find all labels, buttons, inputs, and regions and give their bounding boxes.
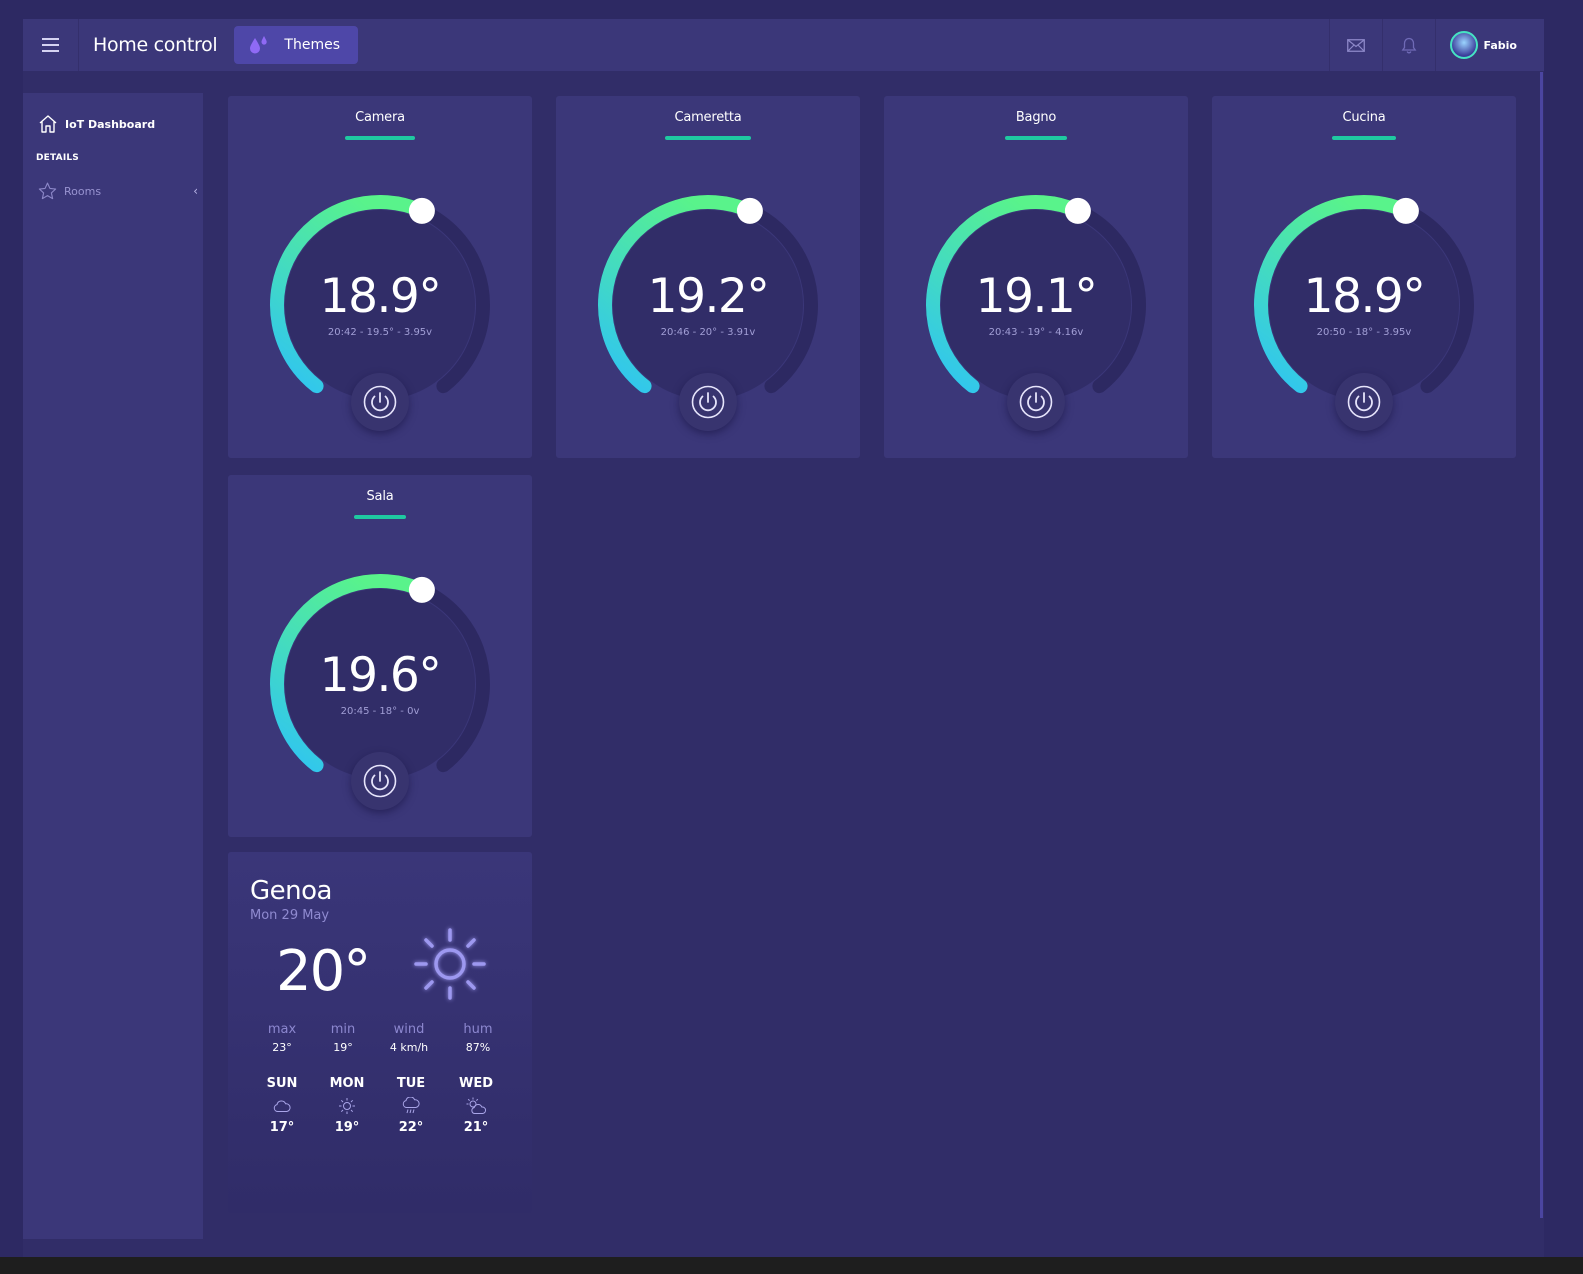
- power-button[interactable]: [1007, 373, 1065, 431]
- droplets-icon: [250, 36, 268, 54]
- gauge-handle[interactable]: [408, 576, 435, 603]
- weather-stat-value: 87%: [465, 1041, 491, 1054]
- room-reading-info: 20:46 - 20° - 3.91v: [660, 327, 756, 338]
- header-actions: Fabio: [1328, 19, 1545, 71]
- partly-cloudy-icon: [466, 1097, 487, 1114]
- forecast-day: TUE 22°: [376, 1076, 446, 1135]
- forecast-temp: 19°: [334, 1120, 360, 1135]
- room-card: Cucina 18.9° 20:50 - 18° - 3.95v: [1212, 96, 1516, 458]
- themes-button[interactable]: Themes: [234, 26, 359, 64]
- power-button[interactable]: [679, 373, 737, 431]
- room-card: Bagno 19.1° 20:43 - 19° - 4.16v: [884, 96, 1188, 458]
- weather-stat-wind: wind 4 km/h: [369, 1022, 449, 1054]
- weather-stat-label: wind: [393, 1022, 425, 1037]
- weather-temperature: 20°: [276, 939, 371, 1004]
- weather-stat-label: hum: [463, 1022, 493, 1037]
- sun-icon: [414, 928, 486, 1000]
- forecast-day-name: TUE: [396, 1076, 426, 1091]
- sidebar: IoT Dashboard DETAILS Rooms ‹: [23, 93, 203, 1239]
- weather-stat-hum: hum 87%: [438, 1022, 518, 1054]
- sidebar-item-iot-dashboard[interactable]: IoT Dashboard: [38, 114, 155, 134]
- mail-icon: [1346, 38, 1365, 52]
- bottom-bar: [0, 1257, 1583, 1274]
- themes-label: Themes: [284, 37, 341, 53]
- power-icon: [363, 764, 397, 798]
- weather-card: Genoa Mon 29 May 20° max 23° min 19° win…: [228, 852, 532, 1213]
- mail-button[interactable]: [1328, 19, 1382, 71]
- sidebar-item-rooms[interactable]: Rooms ‹: [38, 182, 198, 200]
- room-reading-info: 20:43 - 19° - 4.16v: [988, 327, 1084, 338]
- power-button[interactable]: [1335, 373, 1393, 431]
- room-card: Sala 19.6° 20:45 - 18° - 0v: [228, 475, 532, 837]
- weather-stat-value: 4 km/h: [389, 1041, 429, 1054]
- sidebar-item-label: Rooms: [64, 184, 102, 198]
- rain-icon: [402, 1097, 420, 1114]
- power-button[interactable]: [351, 752, 409, 810]
- app-title: Home control: [93, 34, 218, 56]
- chevron-left-icon: ‹: [193, 184, 198, 198]
- room-card: Camera 18.9° 20:42 - 19.5° - 3.95v: [228, 96, 532, 458]
- forecast-day: SUN 17°: [247, 1076, 317, 1135]
- top-header: Home control Themes Fabio: [23, 19, 1544, 71]
- weather-city: Genoa: [250, 876, 332, 906]
- forecast-day: MON 19°: [312, 1076, 382, 1135]
- power-icon: [1347, 385, 1381, 419]
- forecast-temp: 21°: [463, 1120, 489, 1135]
- sidebar-section-title: DETAILS: [36, 153, 79, 163]
- menu-icon: [42, 36, 59, 54]
- power-icon: [1019, 385, 1053, 419]
- star-icon: [38, 182, 57, 200]
- forecast-day: WED 21°: [441, 1076, 511, 1135]
- sidebar-item-label: IoT Dashboard: [65, 117, 156, 131]
- power-button[interactable]: [351, 373, 409, 431]
- notifications-button[interactable]: [1381, 19, 1435, 71]
- bell-icon: [1401, 37, 1416, 53]
- room-temperature: 19.2°: [647, 269, 770, 324]
- home-icon: [39, 115, 57, 133]
- gauge-handle[interactable]: [736, 197, 763, 224]
- room-card: Cameretta 19.2° 20:46 - 20° - 3.91v: [556, 96, 860, 458]
- sun-icon: [339, 1098, 355, 1114]
- forecast-temp: 22°: [398, 1120, 424, 1135]
- room-temperature: 18.9°: [319, 269, 442, 324]
- forecast-temp: 17°: [269, 1120, 295, 1135]
- menu-button[interactable]: [23, 19, 79, 71]
- avatar: [1449, 31, 1478, 59]
- scrollbar[interactable]: [1540, 72, 1543, 1218]
- power-icon: [691, 385, 725, 419]
- room-temperature: 18.9°: [1303, 269, 1426, 324]
- room-reading-info: 20:45 - 18° - 0v: [340, 706, 420, 717]
- room-temperature: 19.1°: [975, 269, 1098, 324]
- room-reading-info: 20:42 - 19.5° - 3.95v: [327, 327, 433, 338]
- forecast-day-name: WED: [458, 1076, 493, 1091]
- room-temperature: 19.6°: [319, 648, 442, 703]
- cloud-icon: [273, 1100, 291, 1112]
- user-name: Fabio: [1483, 38, 1518, 52]
- room-reading-info: 20:50 - 18° - 3.95v: [1316, 327, 1412, 338]
- weather-date: Mon 29 May: [250, 908, 330, 923]
- user-menu[interactable]: Fabio: [1434, 19, 1545, 71]
- power-icon: [363, 385, 397, 419]
- gauge-handle[interactable]: [1064, 197, 1091, 224]
- gauge-handle[interactable]: [408, 197, 435, 224]
- gauge-handle[interactable]: [1392, 197, 1419, 224]
- forecast-day-name: SUN: [266, 1076, 298, 1091]
- forecast-day-name: MON: [329, 1076, 365, 1091]
